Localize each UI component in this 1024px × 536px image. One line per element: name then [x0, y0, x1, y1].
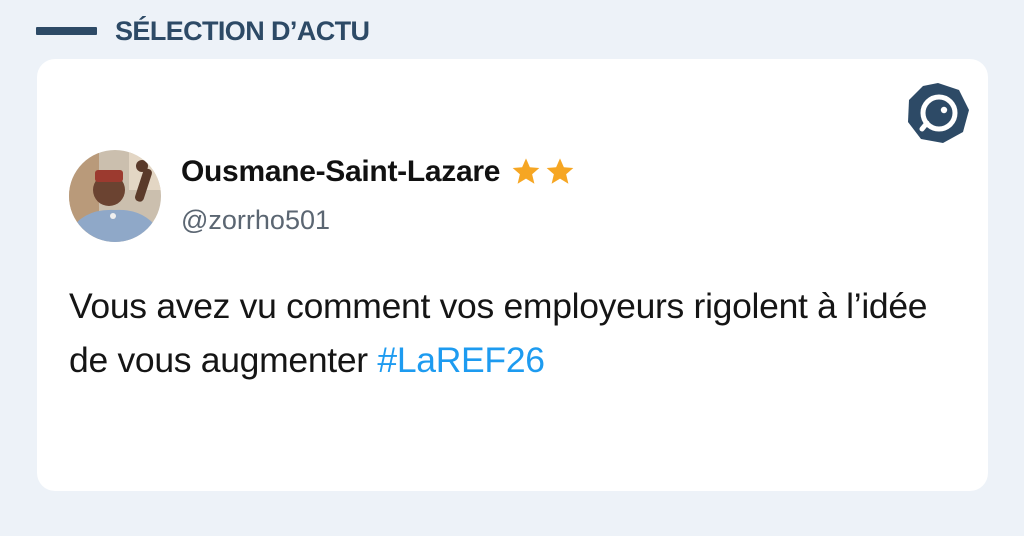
- section-title: SÉLECTION D’ACTU: [115, 15, 370, 46]
- avatar[interactable]: [69, 150, 161, 242]
- star-icon: [512, 158, 540, 184]
- star-icon: [546, 158, 574, 184]
- avatar-image: [69, 150, 161, 242]
- tweet-text: Vous avez vu comment vos employeurs rigo…: [69, 279, 974, 387]
- display-name-label: Ousmane-Saint-Lazare: [181, 155, 501, 188]
- tweet-card: Ousmane-Saint-Lazare @zorrho501 Vous ave…: [37, 59, 988, 491]
- display-name[interactable]: Ousmane-Saint-Lazare: [181, 155, 576, 189]
- section-bar: [36, 27, 97, 35]
- hashtag-link[interactable]: #LaREF26: [377, 340, 545, 380]
- section-header: SÉLECTION D’ACTU: [36, 14, 370, 48]
- user-handle[interactable]: @zorrho501: [181, 205, 330, 236]
- brand-logo-icon: [908, 83, 969, 143]
